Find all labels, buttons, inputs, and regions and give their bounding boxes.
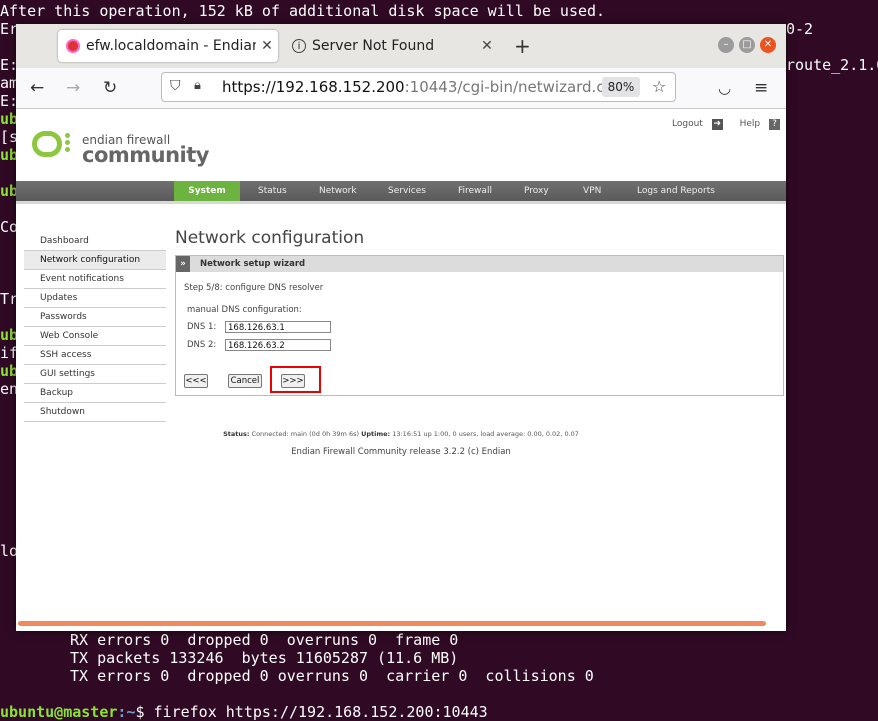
highlight-box	[270, 366, 321, 393]
sidebar-item-backup[interactable]: Backup	[24, 384, 166, 403]
shield-icon[interactable]: ⛉	[170, 78, 181, 94]
uptime-text: 13:16:51 up 1:00, 0 users, load average:…	[392, 430, 579, 438]
sidebar-item-web-console[interactable]: Web Console	[24, 327, 166, 346]
menu-proxy[interactable]: Proxy	[524, 181, 549, 201]
top-links: Logout ➜ Help ?	[672, 119, 786, 130]
menu-firewall[interactable]: Firewall	[458, 181, 492, 201]
terminal-line: TX packets 133246 bytes 11605287 (11.6 M…	[70, 649, 459, 667]
status-text: Connected: main (0d 0h 39m 6s)	[251, 430, 360, 438]
panel-title: Network setup wizard	[200, 259, 306, 269]
tab-efw[interactable]: efw.localdomain - Endian ✕	[58, 30, 278, 62]
release-info: Endian Firewall Community release 3.2.2 …	[291, 447, 511, 457]
menu-divider	[16, 201, 786, 204]
dns1-label: DNS 1:	[187, 322, 217, 332]
prompt-command: $ firefox https://192.168.152.200:10443	[135, 703, 488, 721]
pocket-icon[interactable]: ◡	[718, 76, 731, 100]
reload-icon[interactable]: ↻	[103, 76, 117, 100]
zoom-level[interactable]: 80%	[602, 77, 640, 97]
terminal-line: After this operation, 152 kB of addition…	[0, 2, 606, 20]
forward-icon[interactable]: →	[66, 76, 80, 100]
dns-config-label: manual DNS configuration:	[187, 305, 302, 315]
minimize-icon[interactable]: –	[718, 37, 734, 53]
sidebar-item-shutdown[interactable]: Shutdown	[24, 403, 166, 422]
status-label: Status:	[223, 430, 250, 438]
nav-toolbar: ← → ↻ ⛉ 🔒︎ https://192.168.152.200:10443…	[16, 68, 786, 109]
logo-mark	[32, 131, 62, 157]
url-text[interactable]: https://192.168.152.200:10443/cgi-bin/ne…	[222, 78, 618, 96]
logout-link[interactable]: Logout	[672, 119, 703, 129]
dns1-field[interactable]: 168.126.63.1	[225, 321, 331, 333]
sidebar-item-passwords[interactable]: Passwords	[24, 308, 166, 327]
terminal-line: RX errors 0 dropped 0 overruns 0 frame 0	[70, 631, 459, 649]
new-tab-button[interactable]: +	[514, 36, 531, 56]
help-icon[interactable]: ?	[769, 119, 780, 130]
endian-favicon-icon	[66, 39, 80, 53]
tab-server-not-found[interactable]: i Server Not Found ✕	[288, 30, 498, 62]
menu-vpn[interactable]: VPN	[583, 181, 601, 201]
terminal-line: 0-2	[786, 20, 814, 38]
info-icon: i	[292, 39, 306, 53]
menu-system[interactable]: System	[174, 181, 240, 201]
close-tab-icon[interactable]: ✕	[476, 38, 498, 54]
maximize-icon[interactable]: □	[739, 37, 755, 53]
logo-text-line2: community	[82, 143, 209, 167]
menu-logs-and-reports[interactable]: Logs and Reports	[637, 181, 715, 201]
help-link[interactable]: Help	[740, 119, 761, 129]
terminal-line: TX errors 0 dropped 0 overruns 0 carrier…	[70, 667, 594, 685]
prompt-user-host: ubuntu@master	[0, 703, 118, 721]
tab-title: efw.localdomain - Endian	[86, 38, 256, 54]
wizard-step: Step 5/8: configure DNS resolver	[184, 283, 324, 293]
terminal-line: route_2.1.0	[786, 56, 878, 74]
tab-bar: efw.localdomain - Endian ✕ i Server Not …	[16, 24, 786, 68]
url-host: https://192.168.152.200	[222, 78, 405, 96]
terminal-prompt: ubuntu@master:~$ firefox https://192.168…	[0, 703, 488, 721]
bookmark-star-icon[interactable]: ☆	[652, 77, 666, 96]
menu-network[interactable]: Network	[319, 181, 357, 201]
dns2-label: DNS 2:	[187, 340, 217, 350]
prompt-path: :~	[117, 703, 136, 721]
sidebar-item-updates[interactable]: Updates	[24, 289, 166, 308]
dns2-field[interactable]: 168.126.63.2	[225, 339, 331, 351]
logo-dots	[65, 133, 73, 155]
back-button[interactable]: <<<	[184, 374, 208, 388]
tab-title: Server Not Found	[312, 38, 435, 54]
sidebar-item-dashboard[interactable]: Dashboard	[24, 232, 166, 251]
back-icon[interactable]: ←	[30, 76, 44, 100]
sidebar-item-ssh-access[interactable]: SSH access	[24, 346, 166, 365]
horizontal-scrollbar[interactable]	[18, 621, 766, 626]
sidebar-menu: Dashboard Network configuration Event no…	[24, 232, 166, 422]
close-window-icon[interactable]: ✕	[760, 37, 776, 53]
page-title: Network configuration	[175, 228, 365, 248]
menu-status[interactable]: Status	[258, 181, 287, 201]
panel-header: » Network setup wizard	[176, 256, 783, 272]
menu-icon[interactable]: ≡	[754, 76, 768, 100]
cancel-button[interactable]: Cancel	[228, 374, 262, 388]
url-bar[interactable]: ⛉ 🔒︎ https://192.168.152.200:10443/cgi-b…	[161, 72, 676, 102]
menu-services[interactable]: Services	[388, 181, 426, 201]
firefox-window: efw.localdomain - Endian ✕ i Server Not …	[16, 24, 786, 631]
lock-icon[interactable]: 🔒︎	[194, 78, 201, 93]
logout-icon[interactable]: ➜	[711, 119, 723, 130]
close-tab-icon[interactable]: ✕	[256, 38, 278, 54]
chevron-icon[interactable]: »	[176, 256, 190, 272]
sidebar-item-gui-settings[interactable]: GUI settings	[24, 365, 166, 384]
page-content: endian firewall community Logout ➜ Help …	[16, 109, 786, 631]
uptime-label: Uptime:	[361, 430, 391, 438]
url-path: :10443/cgi-bin/netwizard.cgi	[404, 78, 619, 96]
main-menu: System Status Network Services Firewall …	[16, 181, 786, 201]
sidebar-item-event-notifications[interactable]: Event notifications	[24, 270, 166, 289]
sidebar-item-network-configuration[interactable]: Network configuration	[24, 251, 166, 270]
network-wizard-panel: » Network setup wizard Step 5/8: configur…	[175, 255, 784, 396]
status-line: Status: Connected: main (0d 0h 39m 6s) U…	[16, 430, 786, 438]
